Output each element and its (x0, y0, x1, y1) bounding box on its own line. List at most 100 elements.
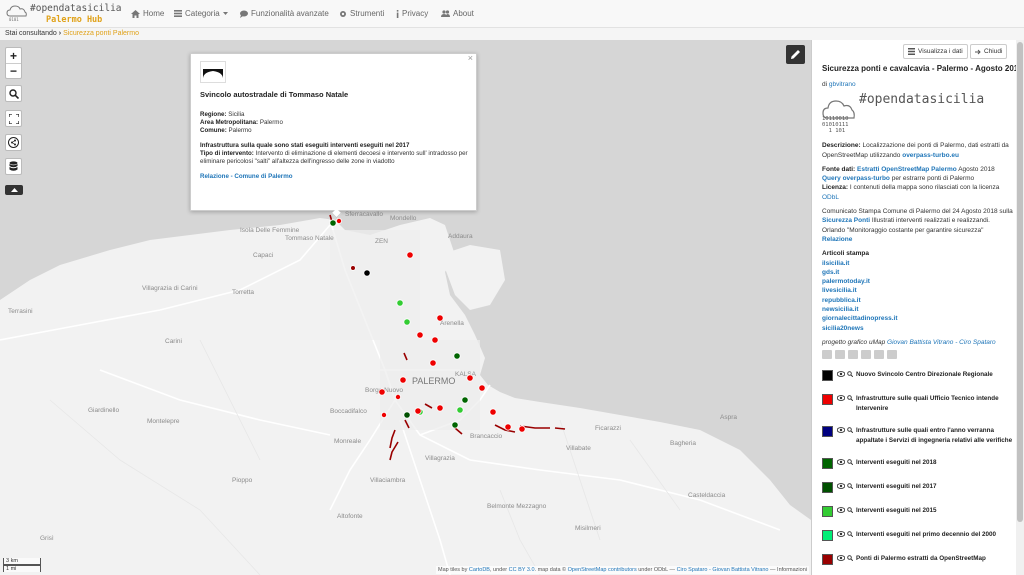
article-link[interactable]: sicilia20news (822, 325, 864, 332)
map-marker[interactable] (504, 423, 512, 431)
zoom-icon[interactable] (847, 395, 853, 402)
map-marker[interactable] (431, 336, 439, 344)
article-link[interactable]: gds.it (822, 269, 839, 276)
map-marker[interactable] (461, 396, 469, 404)
eye-icon[interactable] (837, 459, 845, 466)
share-button[interactable] (6, 135, 21, 150)
nav-privacy[interactable]: Privacy (396, 9, 428, 18)
attribution-link[interactable]: CC BY 3.0 (509, 567, 535, 573)
panel-scrollbar[interactable] (1016, 40, 1024, 575)
map-marker[interactable] (436, 314, 444, 322)
relazione-link[interactable]: Relazione (822, 236, 852, 243)
map-view[interactable]: Capaci Isola Delle Femmine Villagrazia d… (0, 40, 811, 575)
sicurezza-ponti-link[interactable]: Sicurezza Ponti (822, 217, 870, 224)
map-marker[interactable] (394, 393, 401, 400)
layer-item[interactable]: Interventi eseguiti nel 2015 (822, 505, 1014, 529)
map-marker[interactable] (350, 265, 356, 271)
eye-icon[interactable] (837, 555, 845, 562)
article-link[interactable]: livesicilia.it (822, 287, 857, 294)
facebook-icon[interactable] (887, 350, 897, 360)
article-link[interactable]: giornalecittadinopress.it (822, 315, 898, 322)
nav-strumenti[interactable]: Strumenti (339, 9, 384, 18)
zoom-icon[interactable] (847, 427, 853, 434)
eye-icon[interactable] (837, 371, 845, 378)
layers-button[interactable] (6, 159, 21, 174)
article-link[interactable]: ilsicilia.it (822, 260, 849, 267)
layer-item[interactable]: Ponti di Palermo estratti da OpenStreetM… (822, 553, 1014, 575)
nav-categoria[interactable]: Categoria (174, 9, 228, 18)
layer-item[interactable]: Nuovo Svincolo Centro Direzionale Region… (822, 369, 1014, 393)
map-marker[interactable] (403, 318, 411, 326)
map-marker[interactable] (489, 408, 497, 416)
odbl-link[interactable]: ODbL (822, 194, 839, 201)
map-marker[interactable] (399, 376, 407, 384)
map-marker[interactable] (335, 217, 342, 224)
nav-home[interactable]: Home (131, 9, 164, 18)
map-marker[interactable] (478, 384, 486, 392)
map-marker[interactable] (453, 352, 461, 360)
layer-item[interactable]: Infrastrutture sulle quali entro l'anno … (822, 425, 1014, 457)
overpass-link[interactable]: overpass-turbo.eu (902, 152, 959, 159)
close-panel-button[interactable]: Chiudi (970, 44, 1008, 59)
zoom-icon[interactable] (847, 555, 853, 562)
map-marker[interactable] (429, 359, 437, 367)
zoom-out-button[interactable]: − (6, 63, 21, 78)
article-link[interactable]: newsicilia.it (822, 306, 859, 313)
map-marker[interactable] (518, 425, 526, 433)
layer-item[interactable]: Infrastrutture sulle quali Ufficio Tecni… (822, 393, 1014, 425)
map-marker[interactable] (403, 411, 411, 419)
brand-logo[interactable]: 0101 #opendatasicilia Palermo Hub (6, 2, 122, 26)
attribution-link[interactable]: CartoDB (469, 567, 490, 573)
map-marker[interactable] (436, 404, 444, 412)
eye-icon[interactable] (837, 395, 845, 402)
close-icon[interactable]: × (468, 54, 473, 63)
nav-about[interactable]: About (441, 9, 474, 18)
attribution-link[interactable]: Ciro Spataro - Giovan Battista Vitrano (677, 567, 769, 573)
eye-icon[interactable] (837, 507, 845, 514)
more-controls-button[interactable] (5, 185, 23, 195)
scrollbar-thumb[interactable] (1017, 42, 1023, 522)
eye-icon[interactable] (837, 531, 845, 538)
share-icon[interactable] (822, 350, 832, 360)
print-icon[interactable] (874, 350, 884, 360)
map-marker[interactable] (466, 374, 474, 382)
attribution-info-link[interactable]: — Informazioni (768, 567, 807, 573)
query-link[interactable]: Query overpass-turbo (822, 175, 890, 182)
map-marker[interactable] (363, 269, 371, 277)
eye-icon[interactable] (837, 483, 845, 490)
twitter-icon[interactable] (835, 350, 845, 360)
attribution-link[interactable]: OpenStreetMap contributors (568, 567, 637, 573)
search-button[interactable] (6, 86, 21, 101)
map-marker[interactable] (396, 299, 404, 307)
map-marker[interactable] (378, 388, 386, 396)
map-marker[interactable] (406, 251, 414, 259)
map-marker[interactable] (414, 407, 422, 415)
map-marker[interactable] (380, 411, 387, 418)
facebook-icon[interactable] (848, 350, 858, 360)
eye-icon[interactable] (837, 427, 845, 434)
layer-item[interactable]: Interventi eseguiti nel 2018 (822, 457, 1014, 481)
email-icon[interactable] (861, 350, 871, 360)
map-marker[interactable] (329, 219, 337, 227)
zoom-in-button[interactable]: + (6, 48, 21, 63)
author-link[interactable]: gbvitrano (829, 81, 856, 88)
zoom-icon[interactable] (847, 531, 853, 538)
layer-item[interactable]: Interventi eseguiti nel primo decennio d… (822, 529, 1014, 553)
zoom-icon[interactable] (847, 371, 853, 378)
nav-funzionalita[interactable]: Funzionalità avanzate (240, 9, 329, 18)
map-marker[interactable] (416, 331, 424, 339)
zoom-icon[interactable] (847, 459, 853, 466)
popup-relazione-link[interactable]: Relazione - Comune di Palermo (200, 173, 293, 180)
article-link[interactable]: repubblica.it (822, 297, 861, 304)
breadcrumb-current[interactable]: Sicurezza ponti Palermo (63, 30, 139, 37)
layer-item[interactable]: Interventi eseguiti nel 2017 (822, 481, 1014, 505)
view-data-button[interactable]: Visualizza i dati (903, 44, 968, 59)
map-marker[interactable] (451, 421, 459, 429)
credit-link[interactable]: Giovan Battista Vitrano - Ciro Spataro (887, 339, 996, 346)
fonte-link[interactable]: Estratti OpenStreetMap Palermo (857, 166, 957, 173)
edit-map-button[interactable] (786, 45, 805, 64)
zoom-icon[interactable] (847, 483, 853, 490)
fullscreen-button[interactable] (6, 111, 21, 126)
article-link[interactable]: palermotoday.it (822, 278, 870, 285)
zoom-icon[interactable] (847, 507, 853, 514)
